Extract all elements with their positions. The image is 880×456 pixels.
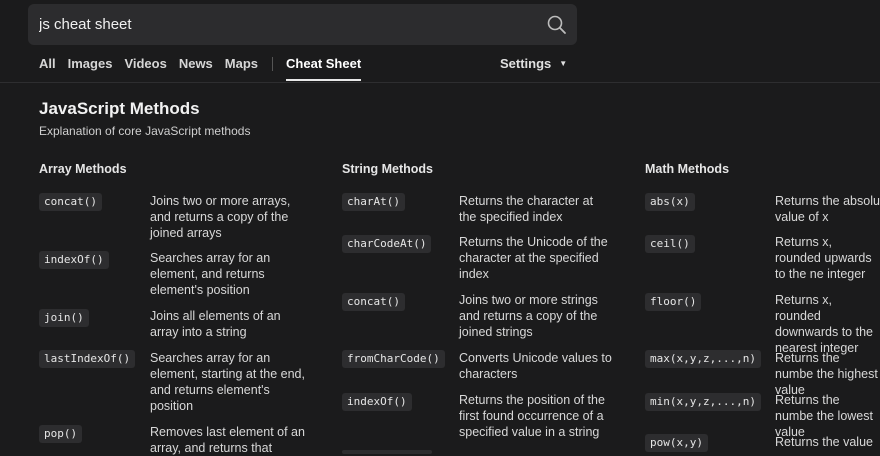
- search-nav: All Images Videos News Maps Cheat Sheet: [39, 55, 373, 81]
- column-title-string: String Methods: [342, 162, 433, 176]
- method-description: Returns the Unicode of the character at …: [459, 235, 608, 281]
- method-description: Joins all elements of an array into a st…: [150, 309, 281, 339]
- method-description: Returns the character at the specified i…: [459, 194, 594, 224]
- method-code: charAt(): [342, 193, 405, 211]
- method-code: concat(): [39, 193, 102, 211]
- settings-menu[interactable]: Settings ▼: [500, 55, 567, 73]
- tab-cheat-sheet[interactable]: Cheat Sheet: [286, 55, 362, 81]
- method-code: ceil(): [645, 235, 695, 253]
- method-code: join(): [39, 309, 89, 327]
- settings-label: Settings: [500, 56, 552, 71]
- method-description: Returns x, rounded downwards to the near…: [775, 293, 873, 355]
- tab-news[interactable]: News: [179, 55, 213, 73]
- method-code: min(x,y,z,...,n): [645, 393, 761, 411]
- method-description: Returns x, rounded upwards to the ne int…: [775, 235, 872, 281]
- method-code: concat(): [342, 293, 405, 311]
- method-description: Returns the numbe the lowest value: [775, 393, 873, 439]
- tab-maps[interactable]: Maps: [225, 55, 258, 73]
- header-divider: [0, 82, 880, 83]
- method-description: Removes last element of an array, and re…: [150, 425, 305, 455]
- method-code: indexOf(): [342, 393, 412, 411]
- page-subtitle: Explanation of core JavaScript methods: [39, 124, 251, 138]
- nav-divider: [272, 57, 274, 71]
- method-description: Converts Unicode values to characters: [459, 351, 612, 381]
- tab-videos[interactable]: Videos: [124, 55, 166, 73]
- method-description: Joins two or more strings and returns a …: [459, 293, 598, 339]
- method-description: Returns the absolu value of x: [775, 194, 880, 224]
- caret-down-icon: ▼: [559, 59, 568, 68]
- column-title-math: Math Methods: [645, 162, 730, 176]
- method-code: abs(x): [645, 193, 695, 211]
- search-icon[interactable]: [547, 15, 567, 35]
- method-description: Returns the numbe the highest value: [775, 351, 878, 397]
- column-title-array: Array Methods: [39, 162, 127, 176]
- method-description: Joins two or more arrays, and returns a …: [150, 194, 291, 240]
- tab-images[interactable]: Images: [68, 55, 113, 73]
- method-code: [342, 450, 432, 454]
- method-code: lastIndexOf(): [39, 350, 136, 368]
- method-description: Searches array for an element, and retur…: [150, 251, 271, 297]
- search-box[interactable]: [28, 4, 577, 45]
- method-code: max(x,y,z,...,n): [645, 350, 761, 368]
- method-code: charCodeAt(): [342, 235, 432, 253]
- tab-all[interactable]: All: [39, 55, 56, 73]
- page-title: JavaScript Methods: [39, 99, 200, 118]
- method-description: Returns the value: [775, 435, 873, 449]
- method-description: Searches array for an element, starting …: [150, 351, 305, 413]
- method-code: indexOf(): [39, 251, 109, 269]
- method-code: floor(): [645, 293, 702, 311]
- search-input[interactable]: [28, 4, 528, 45]
- method-description: Returns the position of the first found …: [459, 393, 605, 439]
- method-code: fromCharCode(): [342, 350, 445, 368]
- method-code: pow(x,y): [645, 434, 708, 452]
- method-code: pop(): [39, 425, 83, 443]
